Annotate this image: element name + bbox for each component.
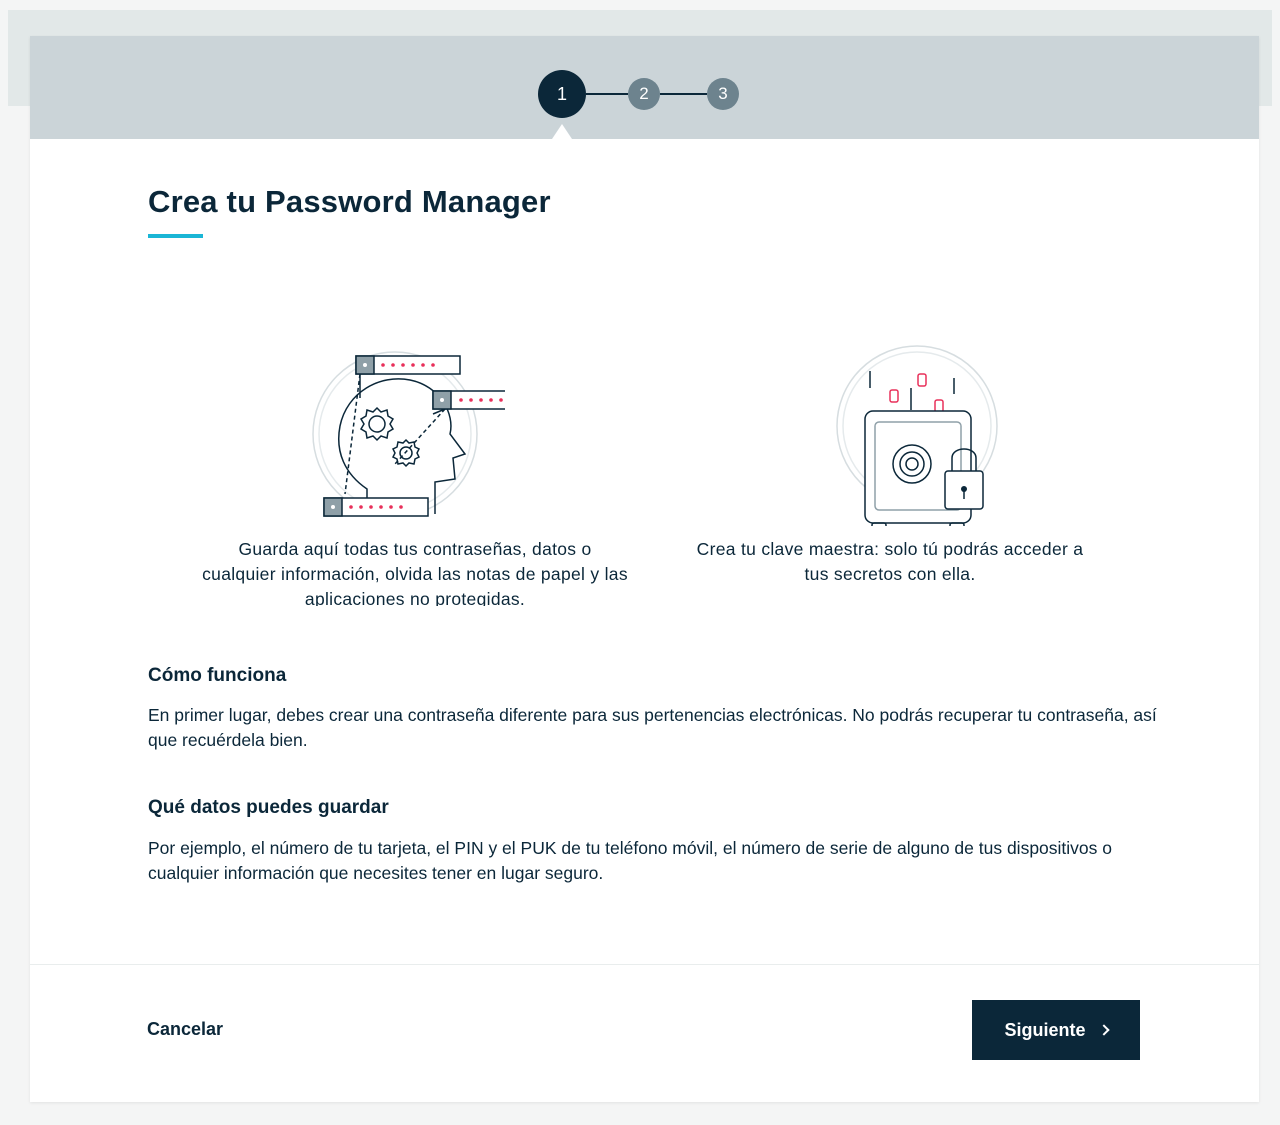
- step-connector: [660, 93, 707, 95]
- next-button[interactable]: Siguiente: [972, 1000, 1140, 1060]
- how-it-works-title: Cómo funciona: [148, 665, 287, 686]
- step-2-indicator: 2: [628, 78, 660, 110]
- what-data-body: Por ejemplo, el número de tu tarjeta, el…: [148, 838, 1112, 883]
- how-it-works-body: En primer lugar, debes crear una contras…: [148, 705, 1157, 750]
- page-title: Crea tu Password Manager: [148, 184, 551, 219]
- step-connector: [586, 93, 628, 95]
- footer-divider: [30, 964, 1259, 965]
- feature-description-master-key: Crea tu clave maestra: solo tú podrás ac…: [696, 539, 1084, 584]
- safe-padlock-icon: [820, 326, 1020, 532]
- next-button-label: Siguiente: [1004, 1019, 1086, 1040]
- title-underline: [148, 234, 203, 238]
- wizard-card: 1 2 3 Crea tu Password Manager Guarda aq…: [30, 36, 1259, 1102]
- step-1-indicator: 1: [538, 70, 586, 118]
- stepper-bar: 1 2 3: [30, 36, 1259, 139]
- chevron-right-icon: [1097, 1024, 1110, 1036]
- step-3-indicator: 3: [707, 78, 739, 110]
- head-gears-passwords-icon: [285, 314, 524, 524]
- active-step-pointer: [552, 124, 572, 139]
- feature-description-passwords: Guarda aquí todas tus contraseñas, datos…: [202, 539, 628, 606]
- what-data-title: Qué datos puedes guardar: [148, 797, 389, 818]
- cancel-button[interactable]: Cancelar: [147, 1019, 223, 1040]
